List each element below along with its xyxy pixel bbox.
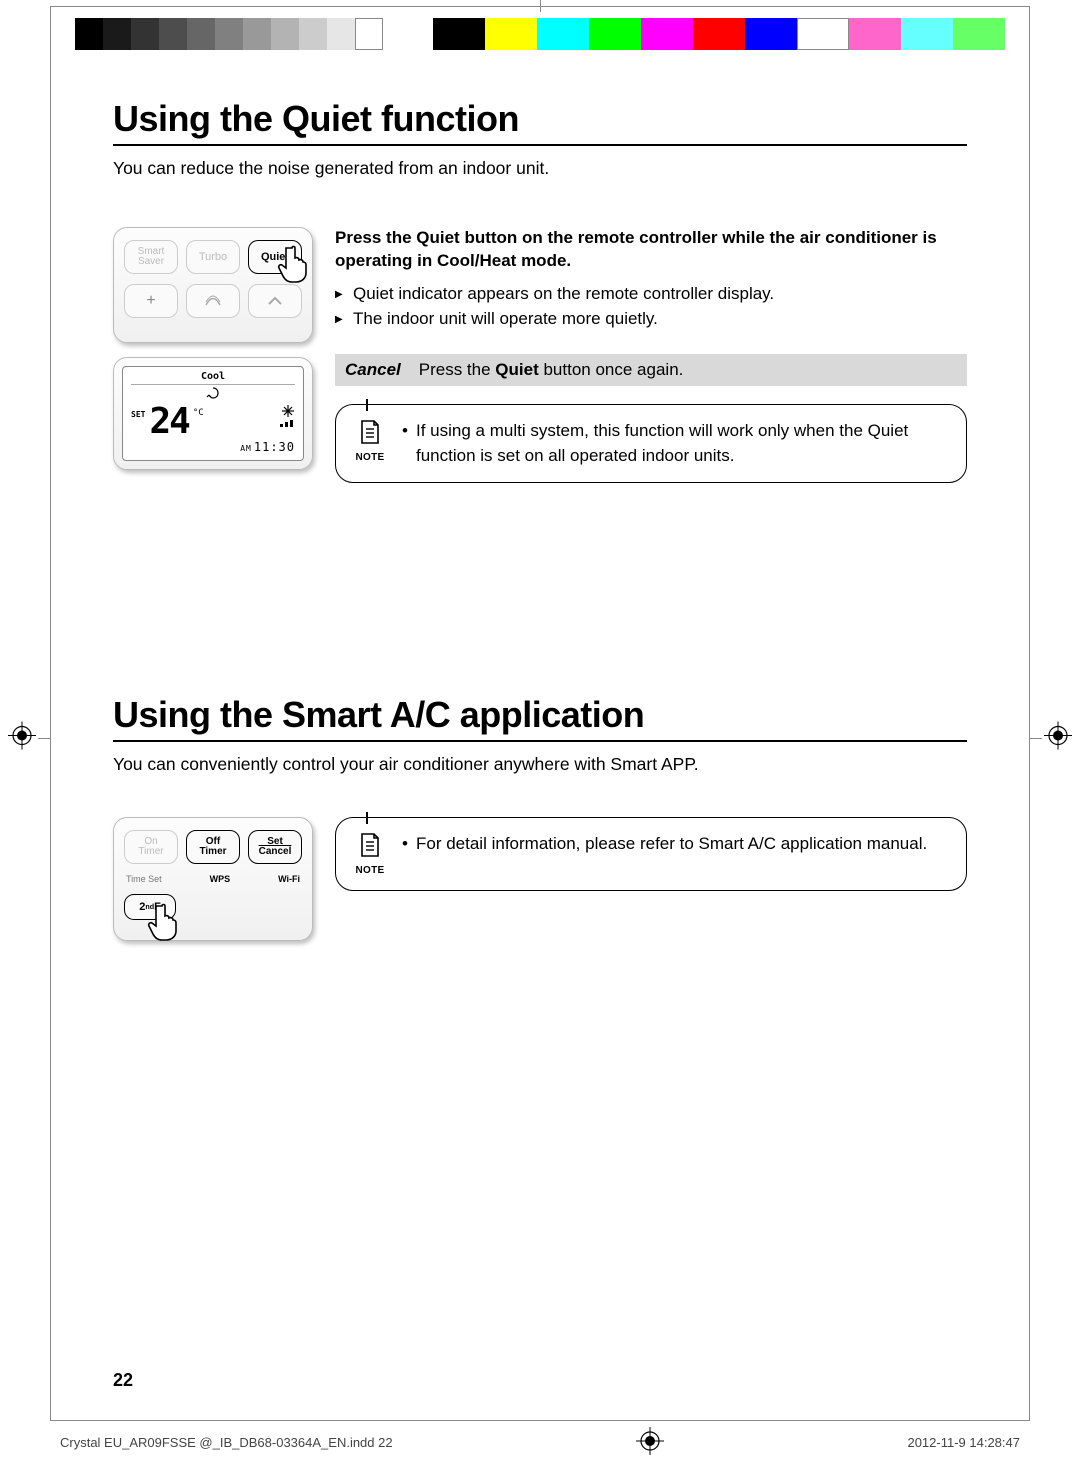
up-button: [248, 284, 302, 318]
lcd-temp: 24: [149, 404, 188, 440]
note-label: NOTE: [352, 865, 388, 876]
turbo-button: Turbo: [186, 240, 240, 274]
note-box: NOTE If using a multi system, this funct…: [335, 404, 967, 483]
swing-button: [186, 284, 240, 318]
bullet-item: The indoor unit will operate more quietl…: [335, 306, 967, 332]
lcd-mode: Cool: [131, 371, 295, 385]
cancel-label: Cancel: [345, 360, 401, 380]
note-text: If using a multi system, this function w…: [402, 419, 950, 468]
remote-illustration-timer: OnTimer OffTimer SetCancel Time Set WPS …: [113, 817, 313, 941]
label-timeset: Time Set: [126, 874, 162, 884]
note-item: If using a multi system, this function w…: [402, 419, 950, 468]
color-strip: [433, 18, 1005, 50]
sub-labels: Time Set WPS Wi-Fi: [124, 874, 302, 884]
lcd-time: AM11:30: [131, 440, 295, 454]
on-timer-button: OnTimer: [124, 830, 178, 864]
second-f-button: 2nd F: [124, 894, 176, 920]
lcd-quiet-icon: [131, 385, 295, 402]
cancel-text: Press the Quiet button once again.: [419, 360, 684, 380]
label-wps: WPS: [210, 874, 231, 884]
off-timer-button: OffTimer: [186, 830, 240, 864]
label: Saver: [138, 257, 164, 267]
remote-lcd-illustration: Cool SET 24 °C AM11:30: [113, 357, 313, 470]
section-intro: You can conveniently control your air co…: [113, 754, 967, 775]
heading-rule: [113, 144, 967, 146]
print-footer: Crystal EU_AR09FSSE @_IB_DB68-03364A_EN.…: [60, 1427, 1020, 1458]
footer-timestamp: 2012-11-9 14:28:47: [907, 1435, 1020, 1450]
smart-saver-button: Smart Saver: [124, 240, 178, 274]
note-text: For detail information, please refer to …: [402, 832, 927, 876]
signal-icon: [279, 419, 295, 427]
crop-tick: [540, 0, 541, 12]
section-heading: Using the Quiet function: [113, 98, 967, 140]
crop-tick: [1030, 738, 1042, 739]
page-number: 22: [113, 1370, 133, 1391]
snowflake-icon: [281, 404, 295, 418]
registration-mark-icon: [8, 722, 36, 755]
crop-tick: [38, 738, 50, 739]
footer-filename: Crystal EU_AR09FSSE @_IB_DB68-03364A_EN.…: [60, 1435, 393, 1450]
note-item: For detail information, please refer to …: [402, 832, 927, 857]
note-label: NOTE: [352, 452, 388, 463]
bullet-list: Quiet indicator appears on the remote co…: [335, 281, 967, 332]
lcd-degree: °C: [193, 408, 204, 418]
section-intro: You can reduce the noise generated from …: [113, 158, 967, 179]
set-cancel-button: SetCancel: [248, 830, 302, 864]
note-icon: NOTE: [352, 419, 388, 468]
quiet-button: Quiet: [248, 240, 302, 274]
plus-button: +: [124, 284, 178, 318]
note-icon: NOTE: [352, 832, 388, 876]
bullet-item: Quiet indicator appears on the remote co…: [335, 281, 967, 307]
remote-illustration-top: Smart Saver Turbo Quiet +: [113, 227, 313, 343]
heading-rule: [113, 740, 967, 742]
cancel-bar: Cancel Press the Quiet button once again…: [335, 354, 967, 386]
lcd-set-label: SET: [131, 410, 145, 419]
lcd-time-value: 11:30: [254, 440, 295, 454]
lcd-ampm: AM: [240, 444, 252, 453]
lcd-right-icons: [279, 404, 295, 427]
instruction-text: Press the Quiet button on the remote con…: [335, 227, 967, 273]
grayscale-strip: [75, 18, 383, 50]
note-box: NOTE For detail information, please refe…: [335, 817, 967, 891]
registration-mark-icon: [636, 1427, 664, 1458]
registration-mark-icon: [1044, 722, 1072, 755]
label-wifi: Wi-Fi: [278, 874, 300, 884]
section-heading: Using the Smart A/C application: [113, 694, 967, 736]
